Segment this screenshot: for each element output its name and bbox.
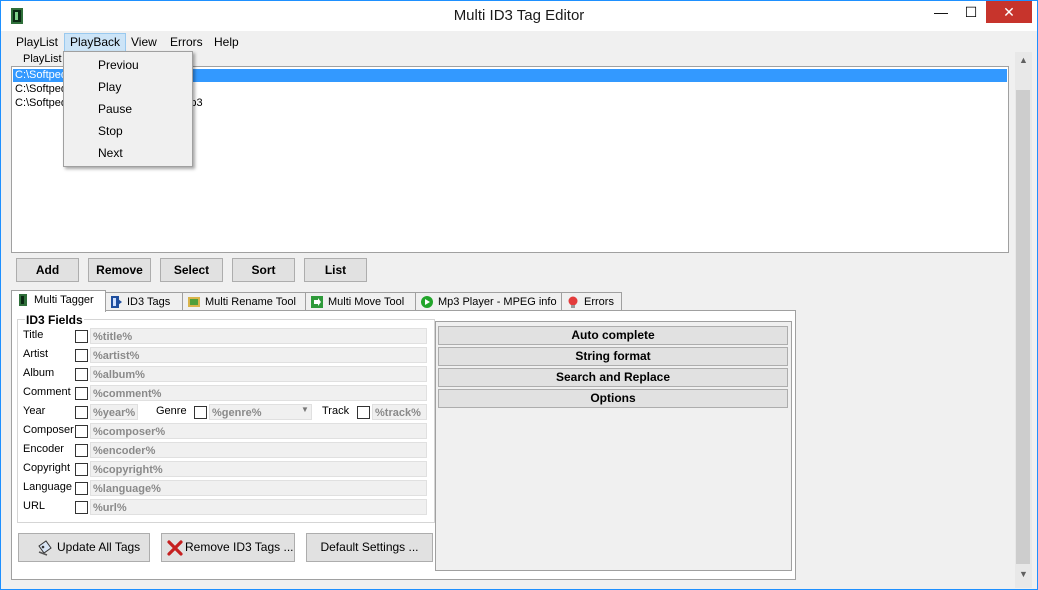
tab-label: Multi Rename Tool [205,296,296,308]
field-label-copyright: Copyright [23,462,71,474]
field-label-album: Album [23,367,55,379]
menu-item-pause[interactable]: Pause [98,100,132,118]
tab-label: Mp3 Player - MPEG info [438,296,557,308]
year-field[interactable]: %year% [90,404,138,420]
title-checkbox[interactable] [75,330,88,343]
search-and-replace-button[interactable]: Search and Replace [438,368,788,387]
menu-item-next[interactable]: Next [98,144,123,162]
title-field[interactable]: %title% [90,328,427,344]
remove-id3-tags-label: Remove ID3 Tags ... [185,540,294,554]
genre-select[interactable]: %genre% [209,404,312,420]
composer-field[interactable]: %composer% [90,423,427,439]
app-window: Multi ID3 Tag Editor — ☐ ✕ PlayList Play… [0,0,1038,590]
field-label-encoder: Encoder [23,443,64,455]
menu-errors[interactable]: Errors [165,34,208,51]
auto-complete-button[interactable]: Auto complete [438,326,788,345]
remove-button[interactable]: Remove [88,258,151,282]
scroll-down-icon[interactable]: ▼ [1015,566,1032,583]
language-field[interactable]: %language% [90,480,427,496]
field-label-artist: Artist [23,348,49,360]
menu-playlist[interactable]: PlayList [11,34,63,51]
menu-item-stop[interactable]: Stop [98,122,123,140]
update-tag-icon [38,540,52,556]
chevron-down-icon[interactable]: ▼ [301,405,309,414]
field-label-genre: Genre [156,405,187,417]
id3-tag-icon [111,296,122,308]
comment-field[interactable]: %comment% [90,385,427,401]
tab-label: Errors [584,296,614,308]
field-label-title: Title [23,329,44,341]
tab-multi-tagger[interactable]: Multi Tagger [11,290,106,312]
language-checkbox[interactable] [75,482,88,495]
artist-checkbox[interactable] [75,349,88,362]
title-bar: Multi ID3 Tag Editor — ☐ ✕ [1,1,1037,31]
id3-fields-title: ID3 Fields [25,313,84,327]
add-button[interactable]: Add [16,258,79,282]
tab-mp3-player[interactable]: Mp3 Player - MPEG info [415,292,563,311]
sort-button[interactable]: Sort [232,258,295,282]
options-button[interactable]: Options [438,389,788,408]
scroll-up-icon[interactable]: ▲ [1015,52,1032,69]
copyright-checkbox[interactable] [75,463,88,476]
remove-id3-tags-button[interactable]: Remove ID3 Tags ... [161,533,295,562]
copyright-field[interactable]: %copyright% [90,461,427,477]
menu-bar: PlayList PlayBack View Errors Help [1,32,1037,52]
tab-id3-tags[interactable]: ID3 Tags [104,292,184,311]
comment-checkbox[interactable] [75,387,88,400]
artist-field[interactable]: %artist% [90,347,427,363]
year-checkbox[interactable] [75,406,88,419]
tab-errors[interactable]: Errors [561,292,622,311]
field-label-year: Year [23,405,46,417]
field-label-track: Track [322,405,350,417]
field-label-url: URL [23,500,46,512]
tab-label: Multi Tagger [34,294,94,306]
track-checkbox[interactable] [357,406,370,419]
list-button[interactable]: List [304,258,367,282]
album-checkbox[interactable] [75,368,88,381]
composer-checkbox[interactable] [75,425,88,438]
error-bulb-icon [568,296,578,308]
field-label-language: Language [23,481,72,493]
menu-playback[interactable]: PlayBack [64,33,127,52]
update-all-tags-button[interactable]: Update All Tags [18,533,150,562]
tab-label: Multi Move Tool [328,296,405,308]
album-field[interactable]: %album% [90,366,427,382]
rename-icon [188,297,200,307]
field-label-comment: Comment [23,386,71,398]
play-circle-icon [421,296,433,308]
playlist-group-label: PlayList [23,53,62,65]
menu-item-previous[interactable]: Previou [98,56,139,74]
minimize-button[interactable]: — [926,1,956,23]
default-settings-button[interactable]: Default Settings ... [306,533,433,562]
close-button[interactable]: ✕ [986,1,1032,23]
move-arrow-icon [311,296,323,308]
track-field[interactable]: %track% [372,404,427,420]
select-button[interactable]: Select [160,258,223,282]
maximize-button[interactable]: ☐ [956,1,986,23]
window-title: Multi ID3 Tag Editor [453,7,585,24]
string-format-button[interactable]: String format [438,347,788,366]
tab-label: ID3 Tags [127,296,171,308]
tagger-icon [19,294,27,306]
encoder-field[interactable]: %encoder% [90,442,427,458]
vertical-scrollbar[interactable]: ▲ ▼ [1015,52,1032,588]
menu-item-play[interactable]: Play [98,78,121,96]
update-all-tags-label: Update All Tags [57,540,141,554]
remove-x-icon [167,540,183,556]
encoder-checkbox[interactable] [75,444,88,457]
genre-checkbox[interactable] [194,406,207,419]
tab-multi-rename-tool[interactable]: Multi Rename Tool [182,292,307,311]
tab-strip: Multi Tagger ID3 Tags Multi Rename Tool … [11,290,1015,312]
playback-dropdown-menu: Previou Play Pause Stop Next [63,51,193,167]
tab-multi-move-tool[interactable]: Multi Move Tool [305,292,417,311]
url-field[interactable]: %url% [90,499,427,515]
menu-view[interactable]: View [126,34,162,51]
field-label-composer: Composer [23,424,74,436]
menu-help[interactable]: Help [209,34,244,51]
url-checkbox[interactable] [75,501,88,514]
scrollbar-thumb[interactable] [1016,90,1030,564]
